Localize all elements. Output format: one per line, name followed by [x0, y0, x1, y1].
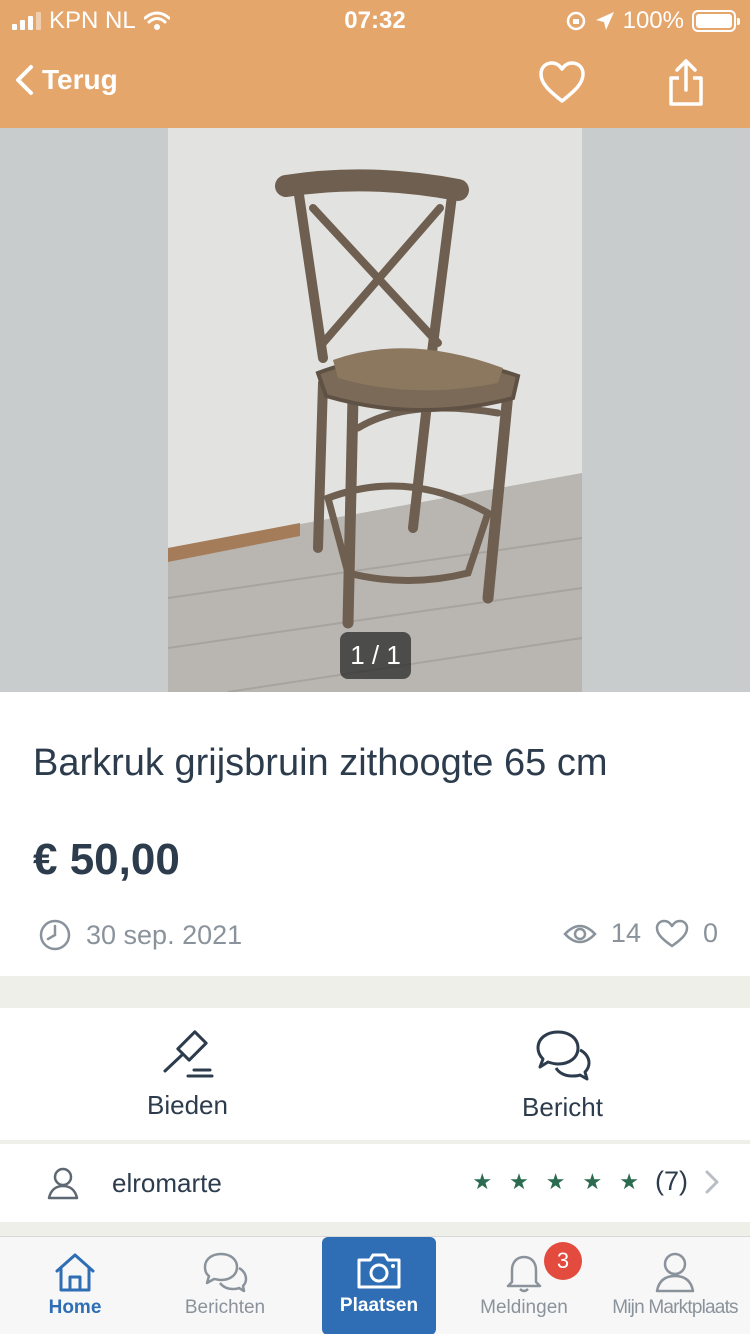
star-icon: ★ [545, 1168, 566, 1194]
share-icon[interactable] [666, 58, 706, 108]
notification-badge: 3 [544, 1242, 582, 1280]
status-right: 100% [565, 7, 740, 35]
chevron-right-icon [705, 1170, 719, 1193]
chat-icon [203, 1252, 248, 1293]
action-row: Bieden Bericht [0, 1008, 750, 1140]
star-icon: ★ [619, 1168, 639, 1194]
message-button[interactable]: Bericht [375, 1008, 750, 1140]
rating-stars: ★ ★ ★ ★ ★ [472, 1169, 639, 1195]
listing-stats: 14 0 [563, 918, 718, 949]
favorite-heart-icon[interactable] [538, 60, 586, 104]
message-label: Bericht [522, 1092, 603, 1122]
rotation-lock-icon [566, 11, 585, 31]
bid-label: Bieden [147, 1090, 228, 1120]
date-label: 30 sep. 2021 [86, 919, 243, 950]
listing-date: 30 sep. 2021 [38, 918, 242, 952]
clock-icon [39, 919, 71, 951]
chat-bubbles-icon [536, 1030, 590, 1081]
favorites-count: 0 [702, 918, 718, 948]
seller-rating: ★ ★ ★ ★ ★ (7) [472, 1166, 720, 1197]
home-icon [55, 1253, 95, 1292]
listing-info-card: Barkruk grijsbruin zithoogte 65 cm € 50,… [0, 692, 750, 976]
listing-price: € 50,00 [33, 835, 180, 884]
seller-name: elromarte [112, 1168, 222, 1198]
bar-stool-image [168, 128, 582, 692]
star-icon: ★ [509, 1168, 529, 1194]
status-bar: KPN NL 07:32 100% [0, 0, 750, 40]
listing-title: Barkruk grijsbruin zithoogte 65 cm [33, 742, 608, 784]
listing-photo[interactable] [168, 128, 582, 692]
camera-icon [357, 1253, 401, 1289]
review-count: (7) [655, 1166, 688, 1196]
tab-messages[interactable]: Berichten [150, 1237, 300, 1334]
seller-row[interactable]: elromarte ★ ★ ★ ★ ★ (7) [0, 1144, 750, 1222]
tab-bar: Home Berichten Plaatsen Meldingen 3 Mijn… [0, 1236, 750, 1334]
tab-home[interactable]: Home [0, 1237, 150, 1334]
back-label: Terug [42, 64, 118, 95]
user-icon [47, 1167, 79, 1200]
heart-icon [655, 919, 689, 947]
image-counter: 1 / 1 [340, 632, 411, 679]
views-count: 14 [610, 918, 641, 948]
tab-home-label: Home [48, 1297, 102, 1318]
tab-notifications-label: Meldingen [480, 1297, 568, 1318]
chevron-left-icon [16, 65, 33, 95]
battery-icon [692, 10, 740, 32]
navigation-bar: Terug [0, 40, 750, 128]
tab-place-label: Plaatsen [339, 1295, 419, 1316]
tab-my-label: Mijn Marktplaats [612, 1297, 738, 1318]
image-gallery[interactable]: 1 / 1 [0, 128, 750, 692]
back-button[interactable]: Terug [14, 64, 118, 96]
gavel-icon [163, 1030, 213, 1078]
eye-icon [563, 924, 597, 943]
battery-percent: 100% [622, 7, 684, 34]
tab-messages-label: Berichten [184, 1297, 266, 1318]
location-icon [595, 12, 614, 30]
tab-place[interactable]: Plaatsen [322, 1237, 436, 1334]
star-icon: ★ [582, 1168, 603, 1194]
tab-my-marktplaats[interactable]: Mijn Marktplaats [600, 1237, 750, 1334]
star-icon: ★ [472, 1168, 493, 1194]
bell-icon [506, 1255, 542, 1293]
profile-icon [655, 1252, 695, 1293]
bid-button[interactable]: Bieden [0, 1008, 375, 1140]
